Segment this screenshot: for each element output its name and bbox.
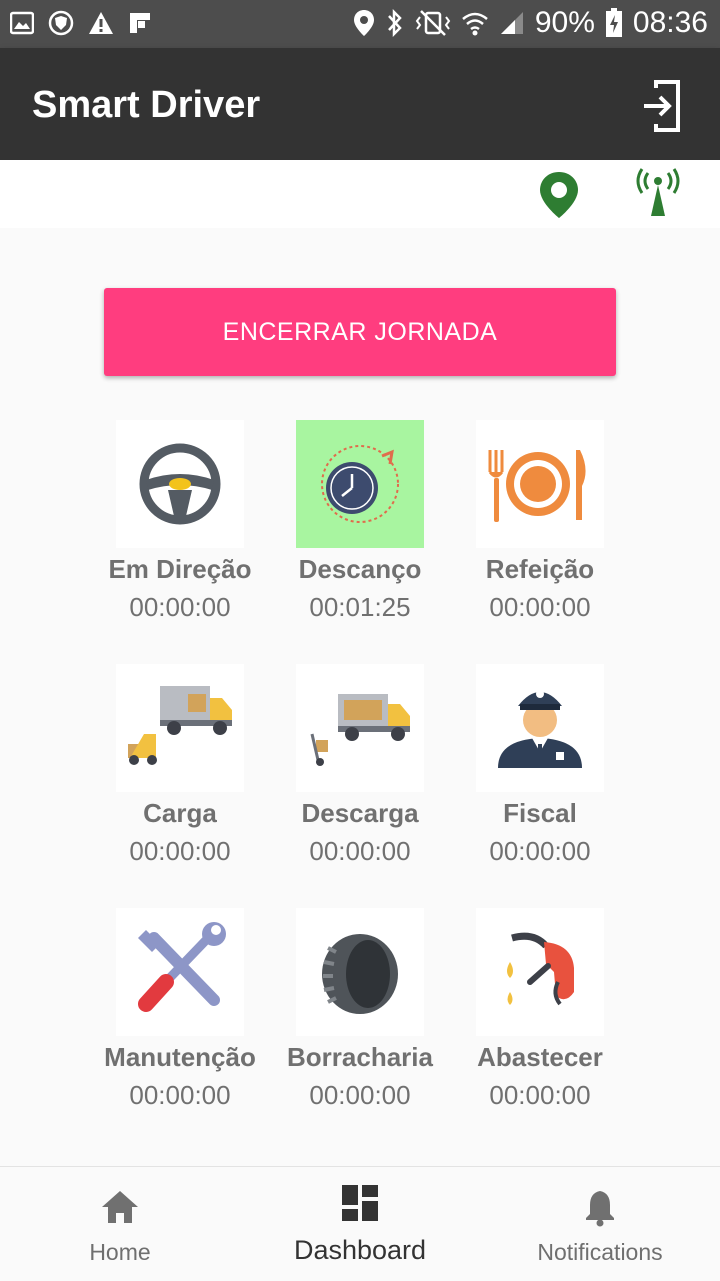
activity-timer: 00:00:00: [489, 1080, 591, 1110]
fuel-nozzle-icon: [507, 932, 574, 1006]
logout-icon[interactable]: [632, 76, 692, 136]
officer-icon: [498, 690, 582, 768]
activity-tile-meal[interactable]: Refeição 00:00:00: [450, 420, 630, 630]
flipboard-icon: [130, 13, 150, 33]
clock-icon: [321, 445, 399, 523]
activity-icon-box: [296, 420, 424, 548]
activity-timer: 00:00:00: [309, 1080, 411, 1110]
clock-time: 08:36: [632, 6, 708, 39]
signal-icon: [500, 12, 523, 34]
activity-timer: 00:01:25: [309, 592, 411, 622]
activity-icon-box: [116, 664, 244, 792]
nav-home[interactable]: Home: [0, 1167, 240, 1281]
activity-icon-box: [476, 908, 604, 1036]
activity-timer: 00:00:00: [129, 592, 231, 622]
home-icon: [102, 1191, 138, 1223]
battery-charging-icon: [605, 8, 622, 37]
nav-dashboard-label: Dashboard: [293, 1235, 427, 1265]
activity-timer: 00:00:00: [489, 836, 591, 866]
activity-label: Refeição: [485, 554, 595, 584]
nav-notifications-label: Notifications: [537, 1239, 663, 1265]
activity-icon-box: [296, 664, 424, 792]
wifi-icon: [462, 12, 488, 36]
activity-tile-tire-shop[interactable]: Borracharia 00:00:00: [270, 908, 450, 1118]
unloading-truck-icon: [310, 694, 410, 766]
location-pin-icon[interactable]: [536, 170, 582, 220]
dashboard-icon: [342, 1185, 378, 1221]
activity-label: Fiscal: [503, 798, 577, 828]
plate-cutlery-icon: [488, 450, 586, 522]
nav-dashboard[interactable]: Dashboard: [240, 1167, 480, 1281]
nav-home-label: Home: [89, 1239, 151, 1265]
activity-tile-inspection[interactable]: Fiscal 00:00:00: [450, 664, 630, 874]
tools-icon: [138, 922, 226, 1012]
steering-wheel-icon: [139, 443, 221, 525]
activity-tile-loading[interactable]: Carga 00:00:00: [90, 664, 270, 874]
signal-tower-icon[interactable]: [634, 168, 682, 218]
warning-icon: [89, 12, 113, 34]
activity-timer: 00:00:00: [309, 836, 411, 866]
app-bar: Smart Driver: [0, 48, 720, 160]
vibrate-off-icon: [415, 10, 451, 36]
activity-tile-maintenance[interactable]: Manutenção 00:00:00: [90, 908, 270, 1118]
activity-label: Abastecer: [477, 1042, 603, 1072]
location-status-icon: [353, 10, 374, 36]
nav-notifications[interactable]: Notifications: [480, 1167, 720, 1281]
battery-percent: 90%: [534, 6, 595, 39]
bluetooth-icon: [387, 9, 402, 37]
bottom-navigation: Home Dashboard Notifications: [0, 1166, 720, 1281]
status-bar: 90% 08:36: [0, 0, 720, 48]
shield-icon: [48, 10, 74, 36]
activity-icon-box: [476, 664, 604, 792]
activity-timer: 00:00:00: [489, 592, 591, 622]
activity-icon-box: [116, 908, 244, 1036]
activity-tile-rest[interactable]: Descanço 00:01:25: [270, 420, 450, 630]
activity-timer: 00:00:00: [129, 1080, 231, 1110]
end-shift-button[interactable]: ENCERRAR JORNADA: [104, 288, 616, 376]
loading-truck-icon: [128, 686, 232, 765]
bell-icon: [586, 1191, 614, 1227]
activity-tile-unloading[interactable]: Descarga 00:00:00: [270, 664, 450, 874]
status-icon-strip: [0, 160, 720, 228]
tire-icon: [322, 934, 398, 1014]
app-title: Smart Driver: [32, 84, 261, 126]
activity-tile-refuel[interactable]: Abastecer 00:00:00: [450, 908, 630, 1118]
activity-icon-box: [116, 420, 244, 548]
activity-icon-box: [296, 908, 424, 1036]
activity-timer: 00:00:00: [129, 836, 231, 866]
activity-icon-box: [476, 420, 604, 548]
gallery-icon: [10, 11, 34, 35]
activity-tile-driving[interactable]: Em Direção 00:00:00: [90, 420, 270, 630]
